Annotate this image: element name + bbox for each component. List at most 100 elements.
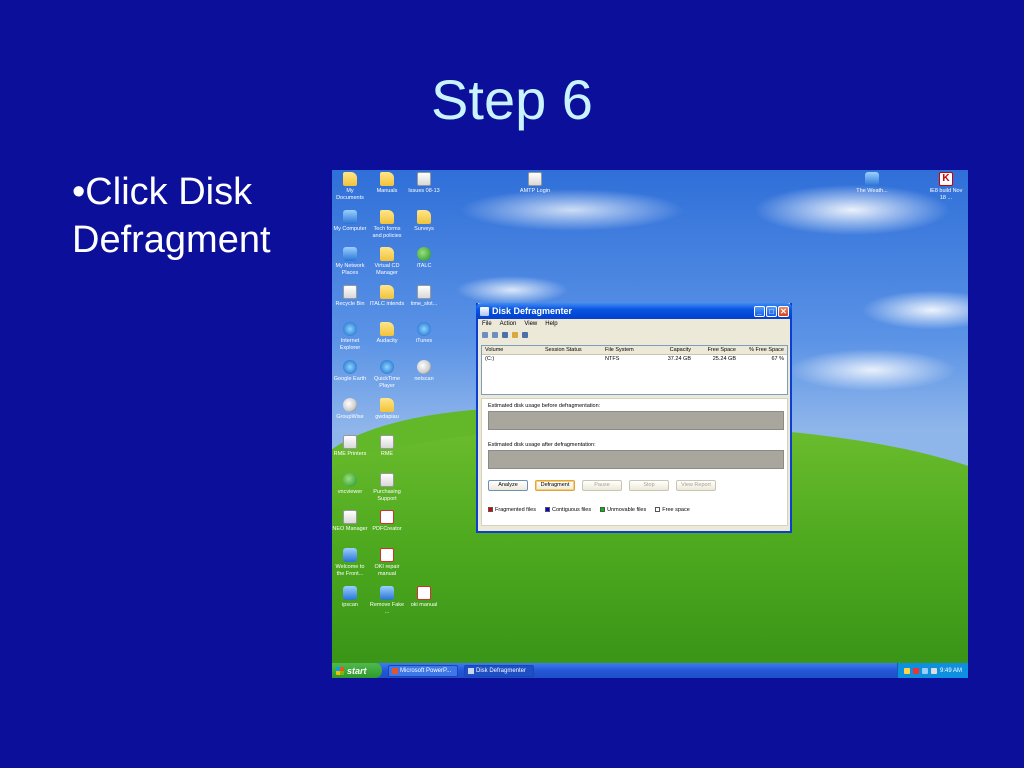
icon-label: Surveys — [414, 226, 434, 232]
analysis-panel: Estimated disk usage before defragmentat… — [481, 398, 788, 526]
window-title-bar[interactable]: Disk Defragmenter _ □ ✕ — [476, 303, 792, 319]
icon-label: Issues 08-13 — [408, 188, 440, 194]
desktop-icon-pdfcreator[interactable]: PDFCreator — [369, 510, 405, 533]
action-buttons: Analyze Defragment Pause Stop View Repor… — [488, 480, 716, 491]
task-powerpoint[interactable]: Microsoft PowerP... — [388, 664, 458, 677]
icon-label: Purchasing Support — [373, 489, 401, 502]
desktop-icon-internet-explorer[interactable]: Internet Explorer — [332, 322, 368, 351]
desktop-icon-neo-manager[interactable]: NEO Manager — [332, 510, 368, 533]
legend-label: Unmovable files — [607, 507, 647, 513]
desktop-icon-manuals[interactable]: Manuals — [369, 172, 405, 195]
volume-row[interactable]: (C:) NTFS 37.24 GB 25.24 GB 67 % — [482, 355, 787, 363]
book-icon — [380, 398, 394, 412]
clock[interactable]: 9:49 AM — [940, 668, 962, 674]
speaker-icon[interactable] — [930, 667, 937, 674]
desktop-icon-remove-fake[interactable]: Remove Fake ... — [369, 586, 405, 615]
document-icon — [528, 172, 542, 186]
legend-fragmented: Fragmented files — [488, 507, 536, 513]
slide-title: Step 6 — [431, 68, 593, 131]
menu-file[interactable]: File — [482, 321, 492, 327]
desktop-icon-network[interactable]: My Network Places — [332, 247, 368, 276]
cell-session-status — [542, 355, 602, 363]
legend-label: Free space — [662, 507, 690, 513]
desktop-icon-my-documents[interactable]: My Documents — [332, 172, 368, 201]
desktop-icon-itunes[interactable]: iTunes — [406, 322, 442, 345]
desktop-icon-groupwise[interactable]: GroupWise — [332, 398, 368, 421]
desktop-icon-recycle-bin[interactable]: Recycle Bin — [332, 285, 368, 308]
powerpoint-icon — [392, 667, 398, 674]
desktop-icon-ie8-build[interactable]: K IE8 build Nov 18 ... — [928, 172, 964, 201]
icon-label: My Computer — [333, 226, 367, 232]
minimize-button[interactable]: _ — [754, 305, 765, 317]
desktop-icon-audacity[interactable]: Audacity — [369, 322, 405, 345]
icon-label: Welcome to the Front... — [335, 564, 365, 577]
close-button[interactable]: ✕ — [778, 305, 789, 317]
tray-icon[interactable] — [921, 667, 928, 674]
desktop-icon-time-slot[interactable]: time_slot... — [406, 285, 442, 308]
icon-label: gwdapiau — [375, 414, 399, 420]
column-volume[interactable]: Volume — [482, 346, 542, 354]
task-disk-defragmenter[interactable]: Disk Defragmenter — [464, 664, 534, 677]
desktop-icon-my-computer[interactable]: My Computer — [332, 210, 368, 233]
pdf-icon — [380, 510, 394, 524]
computer-icon — [343, 210, 357, 224]
tray-icon[interactable] — [903, 667, 910, 674]
desktop-icon-amtp-login[interactable]: AMTP Login — [517, 172, 553, 195]
desktop-icon-rme[interactable]: RME — [369, 435, 405, 458]
analyze-button[interactable]: Analyze — [488, 480, 528, 491]
windows-logo-icon — [336, 666, 344, 675]
printer-icon — [343, 435, 357, 449]
desktop-icon-ipscan[interactable]: ipscan — [332, 586, 368, 609]
defragment-button[interactable]: Defragment — [535, 480, 575, 491]
icon-label: AMTP Login — [519, 188, 551, 194]
desktop-icon-netscan[interactable]: netscan — [406, 360, 442, 383]
desktop-icon-surveys[interactable]: Surveys — [406, 210, 442, 233]
menu-action[interactable]: Action — [500, 321, 517, 327]
start-button[interactable]: start — [332, 663, 382, 678]
volume-list: Volume Session Status File System Capaci… — [481, 345, 788, 395]
column-free-space[interactable]: Free Space — [694, 346, 739, 354]
folder-icon — [417, 210, 431, 224]
pause-button[interactable]: Pause — [582, 480, 622, 491]
tray-icon[interactable] — [912, 667, 919, 674]
desktop-icon-gwdapiau[interactable]: gwdapiau — [369, 398, 405, 421]
help-icon[interactable] — [522, 332, 528, 338]
maximize-button[interactable]: □ — [766, 305, 777, 317]
column-file-system[interactable]: File System — [602, 346, 652, 354]
recycle-bin-icon — [343, 285, 357, 299]
cell-free-space: 25.24 GB — [712, 356, 736, 362]
pdf-icon — [417, 586, 431, 600]
icon-label: PDFCreator — [372, 526, 402, 532]
desktop-icon-oki-repair[interactable]: OKI repair manual — [369, 548, 405, 577]
desktop-icon-weather[interactable]: The Weath... — [854, 172, 890, 195]
cell-pct-free-space: 67 % — [771, 356, 784, 362]
desktop-icon-oki-manual[interactable]: oki manual — [406, 586, 442, 609]
legend-label: Contiguous files — [551, 507, 592, 513]
desktop-icon-rme-printers[interactable]: RME Printers — [332, 435, 368, 458]
desktop-icon-issues[interactable]: Issues 08-13 — [406, 172, 442, 195]
column-pct-free-space[interactable]: % Free Space — [739, 346, 787, 354]
menu-help[interactable]: Help — [545, 321, 557, 327]
desktop-icon-vncviewer[interactable]: vncviewer — [332, 473, 368, 496]
desktop-icon-tech-forms[interactable]: Tech forms and policies — [369, 210, 405, 239]
menu-view[interactable]: View — [524, 321, 537, 327]
column-session-status[interactable]: Session Status — [542, 346, 602, 354]
desktop-icon-virtual-cd[interactable]: Virtual CD Manager — [369, 247, 405, 276]
desktop-icon-frontpage[interactable]: Welcome to the Front... — [332, 548, 368, 577]
desktop-icon-quicktime[interactable]: QuickTime Player — [369, 360, 405, 389]
icon-label: NEO Manager — [332, 526, 368, 532]
forward-icon[interactable] — [492, 332, 498, 338]
console-tree-icon[interactable] — [502, 332, 508, 338]
desktop-icon-purchasing[interactable]: Purchasing Support — [369, 473, 405, 502]
column-capacity[interactable]: Capacity — [652, 346, 694, 354]
back-icon[interactable] — [482, 332, 488, 338]
view-report-button[interactable]: View Report — [676, 480, 716, 491]
properties-icon[interactable] — [512, 332, 518, 338]
desktop-icon-google-earth[interactable]: Google Earth — [332, 360, 368, 383]
stop-button[interactable]: Stop — [629, 480, 669, 491]
desktop-icon-italc[interactable]: iTALC — [406, 247, 442, 270]
icon-label: Remove Fake ... — [369, 602, 405, 615]
viewer-icon — [343, 473, 357, 487]
legend: Fragmented files Contiguous files Unmova… — [488, 507, 690, 513]
desktop-icon-italc-intends[interactable]: ITALC intends — [369, 285, 405, 308]
